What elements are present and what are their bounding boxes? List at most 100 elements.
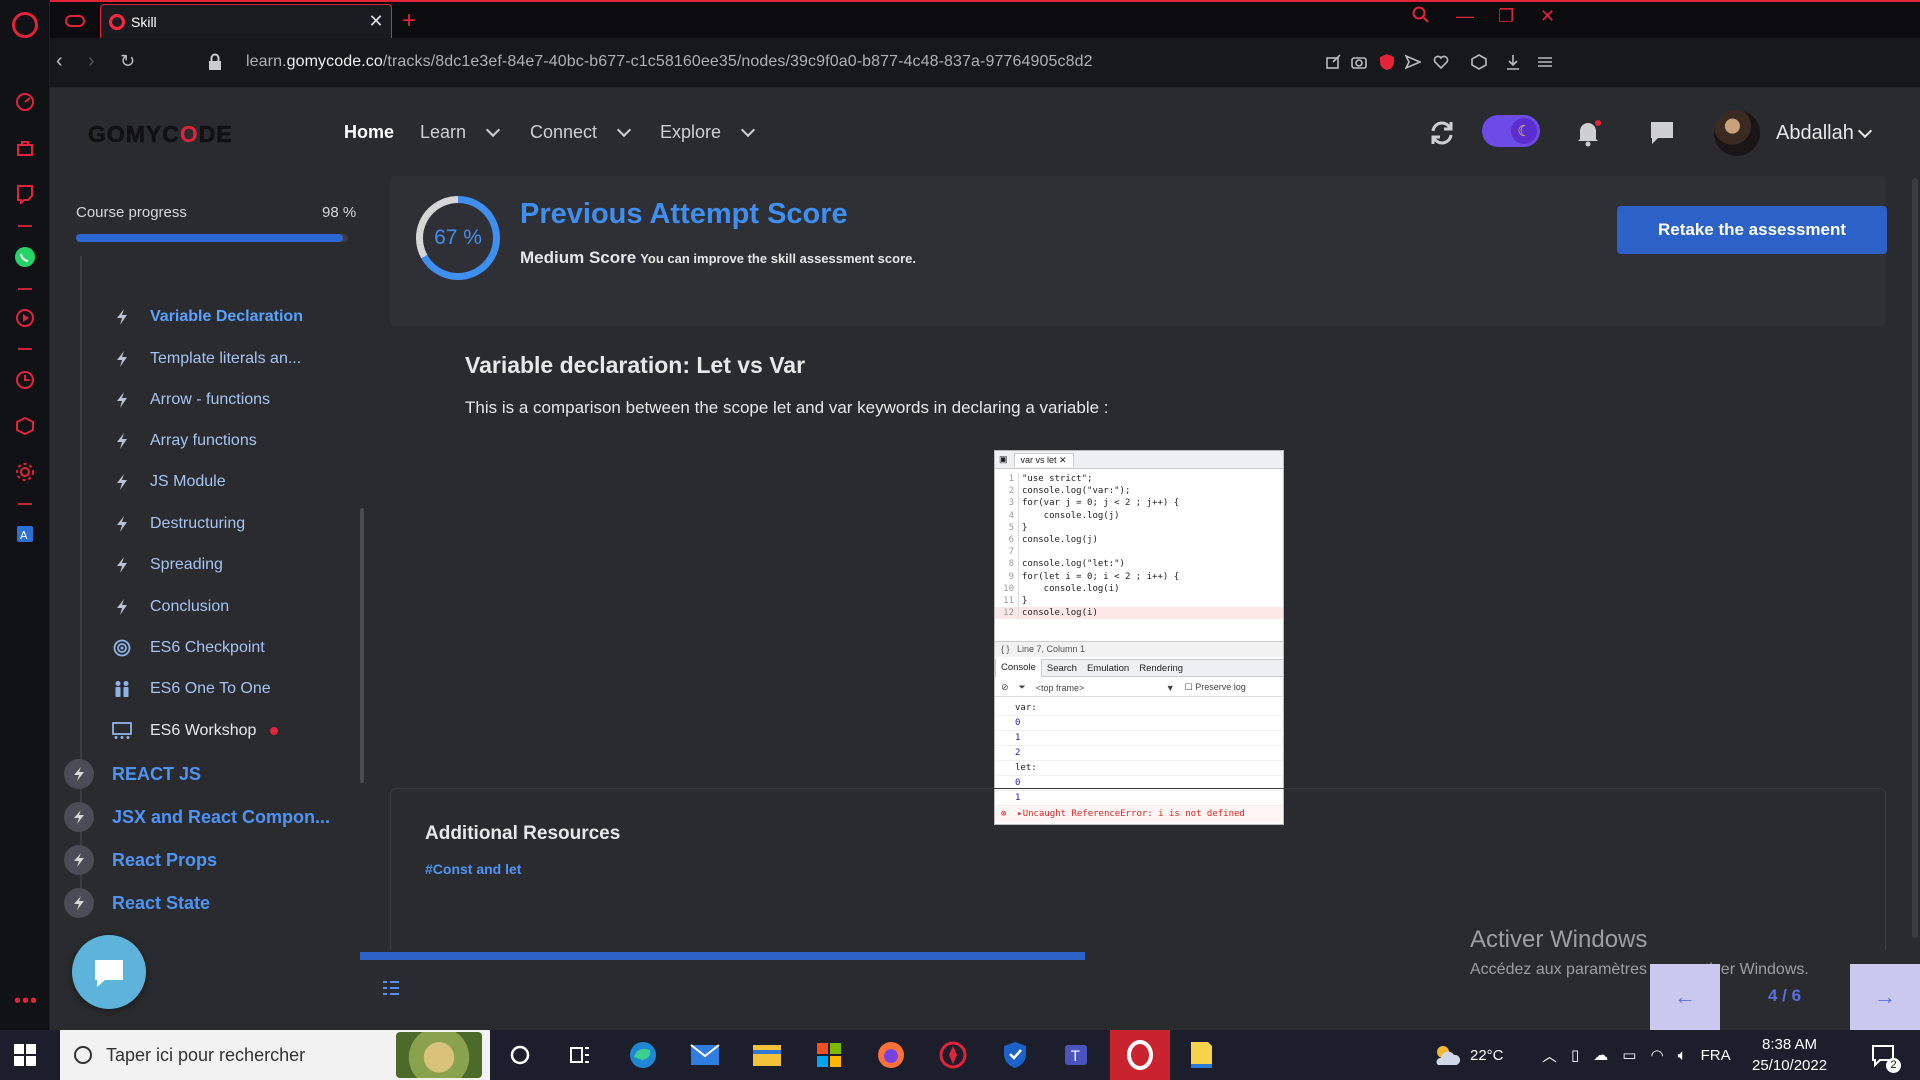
player-icon[interactable] <box>13 306 37 330</box>
messages-icon[interactable] <box>1645 116 1679 150</box>
retake-assessment-button[interactable]: Retake the assessment <box>1617 206 1887 254</box>
close-window-button[interactable]: ✕ <box>1540 6 1555 27</box>
workshop-icon <box>94 722 150 740</box>
firefox-icon[interactable] <box>874 1038 908 1072</box>
user-menu[interactable]: Abdallah <box>1776 122 1872 145</box>
score-card: 67 % Previous Attempt Score Medium Score… <box>390 176 1887 326</box>
volume-icon[interactable]: 🔈︎ <box>1678 1047 1687 1064</box>
easy-setup-icon[interactable] <box>1534 51 1556 73</box>
windows-start-icon[interactable] <box>14 1044 36 1066</box>
nav-home[interactable]: Home <box>344 122 394 143</box>
chevron-up-icon[interactable]: ︿ <box>1542 1045 1557 1066</box>
tab-skill[interactable]: Skill ✕ <box>100 4 392 38</box>
notification-center-icon[interactable]: 2 <box>1870 1030 1901 1080</box>
adblock-shield-icon[interactable] <box>1376 51 1398 73</box>
notifications-bell-icon[interactable] <box>1571 116 1605 150</box>
tab-close-icon[interactable]: ✕ <box>361 11 391 32</box>
flow-send-icon[interactable] <box>1402 51 1424 73</box>
resource-link[interactable]: #Const and let <box>425 861 521 877</box>
module-item[interactable]: JSX and React Compon... <box>64 797 330 837</box>
gamepad-icon[interactable] <box>64 11 86 31</box>
bolt-icon <box>94 516 150 532</box>
shopping-bag-icon[interactable] <box>13 136 37 160</box>
cortana-icon[interactable] <box>503 1038 537 1072</box>
onedrive-icon[interactable]: ☁ <box>1593 1046 1608 1064</box>
cube-icon[interactable] <box>1468 51 1490 73</box>
battery-icon[interactable]: ▭ <box>1622 1046 1636 1064</box>
snapshot-icon[interactable] <box>1348 51 1370 73</box>
translate-icon[interactable]: A <box>13 522 37 546</box>
bolt-icon <box>94 557 150 573</box>
send-to-icon[interactable] <box>1322 51 1344 73</box>
back-button[interactable]: ‹ <box>56 50 63 73</box>
lesson-item[interactable]: Conclusion <box>94 589 344 625</box>
module-item[interactable]: REACT JS <box>64 754 201 794</box>
settings-icon[interactable] <box>13 460 37 484</box>
nav-learn[interactable]: Learn <box>420 122 501 143</box>
previous-button[interactable]: ← <box>1650 964 1720 1030</box>
lesson-item[interactable]: ES6 One To One <box>94 671 344 707</box>
new-tab-button[interactable]: + <box>402 7 416 35</box>
history-icon[interactable] <box>13 368 37 392</box>
speed-dial-icon[interactable] <box>13 90 37 114</box>
opera-menu-icon[interactable] <box>12 12 38 38</box>
download-icon[interactable] <box>1502 51 1524 73</box>
code-line: 9 for(let i = 0; i < 2 ; i++) { <box>995 570 1283 583</box>
mail-icon[interactable] <box>688 1038 722 1072</box>
clock[interactable]: 8:38 AM 25/10/2022 <box>1752 1034 1827 1076</box>
panel-icon: ▣ <box>999 454 1008 464</box>
more-icon[interactable]: ••• <box>14 990 38 1013</box>
svg-text:T: T <box>1070 1049 1080 1065</box>
bolt-icon <box>94 351 150 367</box>
language-indicator[interactable]: FRA <box>1701 1047 1731 1064</box>
course-progress-value: 98 % <box>322 204 357 221</box>
store-icon[interactable] <box>812 1038 846 1072</box>
lesson-item[interactable]: JS Module <box>94 464 344 500</box>
edge-icon[interactable] <box>626 1038 660 1072</box>
lesson-item[interactable]: Destructuring <box>94 506 344 542</box>
sticky-notes-icon[interactable] <box>1184 1038 1218 1072</box>
file-explorer-icon[interactable] <box>750 1038 784 1072</box>
score-hint: You can improve the skill assessment sco… <box>640 251 916 266</box>
lesson-item[interactable]: Spreading <box>94 547 344 583</box>
lesson-item[interactable]: ES6 Workshop <box>94 713 344 749</box>
sidebar-scrollbar[interactable] <box>360 508 364 783</box>
forward-button[interactable]: › <box>88 50 95 73</box>
taskbar-search[interactable]: Taper ici pour rechercher <box>60 1030 490 1080</box>
outline-list-icon[interactable] <box>382 980 400 1001</box>
lesson-item[interactable]: Variable Declaration <box>94 299 344 335</box>
module-item[interactable]: React State <box>64 883 210 923</box>
heart-icon[interactable] <box>1430 51 1452 73</box>
opera-taskbar-icon[interactable] <box>1110 1030 1170 1080</box>
task-view-icon[interactable] <box>563 1038 597 1072</box>
gaming-app-icon[interactable] <box>936 1038 970 1072</box>
sync-icon[interactable] <box>1425 116 1459 150</box>
twitch-icon[interactable] <box>13 182 37 206</box>
reload-icon[interactable]: ↻ <box>120 51 135 72</box>
lesson-item[interactable]: Arrow - functions <box>94 382 344 418</box>
console-row: 0 <box>995 716 1283 731</box>
wifi-icon[interactable]: ◠ <box>1650 1046 1663 1064</box>
teams-icon[interactable]: T <box>1060 1038 1094 1072</box>
url-field[interactable]: learn.gomycode.co/tracks/8dc1e3ef-84e7-4… <box>246 53 1093 71</box>
dark-mode-toggle[interactable]: ☾ <box>1482 115 1540 147</box>
lesson-item[interactable]: Array functions <box>94 423 344 459</box>
gomycode-logo[interactable]: GOMYCODE <box>88 121 233 148</box>
weather-widget[interactable]: 22°C <box>1432 1030 1504 1080</box>
extensions-icon[interactable] <box>13 414 37 438</box>
chat-button[interactable] <box>72 935 146 1009</box>
nav-explore[interactable]: Explore <box>660 122 756 143</box>
module-item[interactable]: React Props <box>64 840 217 880</box>
avatar[interactable] <box>1714 110 1760 156</box>
page-scrollbar[interactable] <box>1912 178 1918 938</box>
minimize-button[interactable]: — <box>1456 6 1474 27</box>
nav-connect[interactable]: Connect <box>530 122 632 143</box>
lesson-item[interactable]: ES6 Checkpoint <box>94 630 344 666</box>
next-button[interactable]: → <box>1850 964 1920 1030</box>
restore-button[interactable]: ❐ <box>1498 6 1514 27</box>
search-tabs-icon[interactable] <box>1412 6 1430 29</box>
lesson-item[interactable]: Template literals an... <box>94 341 344 377</box>
phone-icon[interactable]: ▯ <box>1571 1046 1579 1064</box>
vpn-shield-icon[interactable] <box>998 1038 1032 1072</box>
whatsapp-icon[interactable] <box>13 245 37 269</box>
